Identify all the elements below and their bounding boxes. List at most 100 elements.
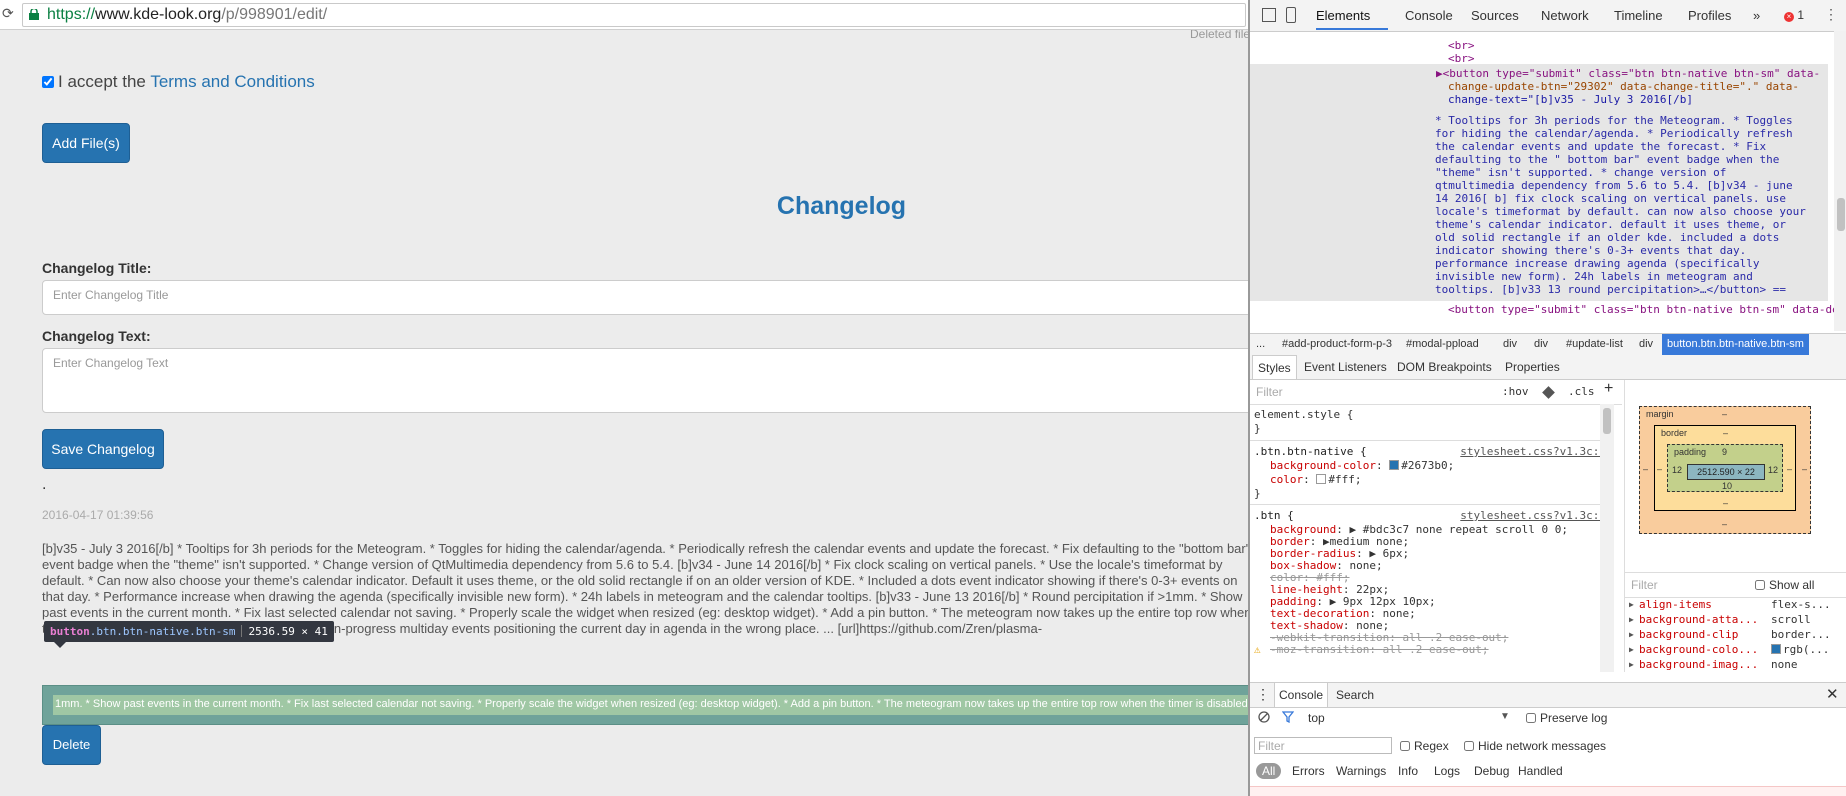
console-filter-input[interactable]: Filter: [1254, 737, 1392, 754]
error-counter[interactable]: × 1: [1784, 8, 1804, 22]
expand-icon[interactable]: ▶: [1629, 613, 1634, 627]
decl-webkit-transition[interactable]: -webkit-transition: all .2 ease-out;: [1270, 631, 1568, 644]
btn-native-selector[interactable]: .btn.btn-native {: [1254, 445, 1367, 459]
filter-icon[interactable]: [1281, 711, 1295, 726]
preserve-log-toggle[interactable]: Preserve log: [1526, 711, 1607, 725]
terms-checkbox[interactable]: [42, 76, 54, 88]
new-rule-icon[interactable]: +: [1604, 381, 1613, 397]
devtools-menu-icon[interactable]: ⋮: [1824, 6, 1838, 23]
tab-styles[interactable]: Styles: [1252, 355, 1297, 379]
decl-moz-transition[interactable]: -moz-transition: all .2 ease-out;: [1270, 643, 1568, 656]
dom-line-button-1[interactable]: ▶<button type="submit" class="btn btn-na…: [1436, 67, 1820, 80]
level-debug[interactable]: Debug: [1474, 764, 1509, 778]
tab-elements[interactable]: Elements: [1316, 8, 1370, 23]
hov-toggle[interactable]: :hov: [1502, 385, 1529, 399]
decl-text-shadow[interactable]: text-shadow: none;: [1270, 619, 1568, 632]
dom-line-delete-button[interactable]: <button type="submit" class="btn btn-nat…: [1448, 303, 1846, 316]
terms-link[interactable]: Terms and Conditions: [150, 72, 314, 91]
hide-network-checkbox[interactable]: [1464, 741, 1474, 751]
regex-toggle[interactable]: Regex: [1400, 739, 1449, 753]
decl-line-height[interactable]: line-height: 22px;: [1270, 583, 1568, 596]
context-select[interactable]: top: [1308, 711, 1325, 725]
breadcrumb-div-2[interactable]: div: [1534, 338, 1548, 350]
show-all-toggle[interactable]: Show all: [1755, 578, 1814, 592]
level-handled[interactable]: Handled: [1518, 764, 1563, 778]
styles-filter-input[interactable]: Filter: [1256, 385, 1283, 399]
breadcrumb-div-1[interactable]: div: [1503, 338, 1517, 350]
tab-event-listeners[interactable]: Event Listeners: [1304, 360, 1387, 374]
btn-selector[interactable]: .btn {: [1254, 509, 1294, 523]
btn-source-link[interactable]: stylesheet.css?v1.3c:1: [1460, 509, 1606, 523]
color-swatch-icon[interactable]: [1771, 644, 1781, 654]
expand-icon[interactable]: ▶: [1629, 598, 1634, 612]
breadcrumb-selected-button[interactable]: button.btn.btn-native.btn-sm: [1662, 334, 1809, 355]
elements-scroll-thumb[interactable]: [1837, 198, 1845, 231]
breadcrumb-div-3[interactable]: div: [1639, 338, 1653, 350]
tab-dom-breakpoints[interactable]: DOM Breakpoints: [1397, 360, 1492, 374]
tab-console[interactable]: Console: [1405, 8, 1453, 23]
terms-row[interactable]: I accept the Terms and Conditions: [42, 72, 315, 92]
decl-color-overridden[interactable]: color: #fff;: [1270, 571, 1568, 584]
delete-button[interactable]: Delete: [42, 725, 101, 765]
expand-icon[interactable]: ▶: [1629, 628, 1634, 642]
decl-background[interactable]: background: ▶ #bdc3c7 none repeat scroll…: [1270, 523, 1568, 536]
computed-item[interactable]: ▶ align-items flex-s...: [1625, 598, 1835, 613]
btn-native-color-decl[interactable]: color: #fff;: [1270, 473, 1362, 487]
elements-tree[interactable]: <br> <br> ▶<button type="submit" class="…: [1250, 31, 1846, 331]
elements-scrollbar[interactable]: [1834, 31, 1846, 331]
level-warnings[interactable]: Warnings: [1336, 764, 1386, 778]
close-drawer-icon[interactable]: ✕: [1826, 685, 1839, 703]
decl-padding[interactable]: padding: ▶ 9px 12px 10px;: [1270, 595, 1568, 608]
dom-line-br-2[interactable]: <br>: [1448, 52, 1475, 65]
hide-network-toggle[interactable]: Hide network messages: [1464, 739, 1606, 753]
highlighted-change-button[interactable]: 1mm. * Show past events in the current m…: [42, 685, 1248, 725]
decl-text-decoration[interactable]: text-decoration: none;: [1270, 607, 1568, 620]
regex-checkbox[interactable]: [1400, 741, 1410, 751]
styles-scrollbar[interactable]: [1600, 404, 1614, 672]
more-tabs-icon[interactable]: »: [1753, 8, 1760, 23]
decl-border[interactable]: border: ▶medium none;: [1270, 535, 1568, 548]
btn-native-source-link[interactable]: stylesheet.css?v1.3c:1: [1460, 445, 1606, 459]
level-info[interactable]: Info: [1398, 764, 1418, 778]
reload-icon[interactable]: ⟳: [2, 5, 14, 22]
computed-item[interactable]: ▶ background-atta... scroll: [1625, 613, 1835, 628]
show-all-checkbox[interactable]: [1755, 580, 1765, 590]
save-changelog-button[interactable]: Save Changelog: [42, 429, 164, 469]
breadcrumb-update-list[interactable]: #update-list: [1566, 338, 1623, 350]
tab-sources[interactable]: Sources: [1471, 8, 1519, 23]
inspect-element-icon[interactable]: [1262, 8, 1276, 22]
cls-toggle[interactable]: .cls: [1568, 385, 1595, 399]
drawer-menu-icon[interactable]: ⋮: [1256, 686, 1270, 703]
level-logs[interactable]: Logs: [1434, 764, 1460, 778]
computed-item[interactable]: ▶ background-colo... rgb(...: [1625, 643, 1835, 658]
level-all[interactable]: All: [1256, 763, 1282, 779]
clear-console-icon[interactable]: [1258, 711, 1270, 726]
tab-timeline[interactable]: Timeline: [1614, 8, 1663, 23]
color-swatch-icon[interactable]: [1316, 474, 1327, 484]
computed-filter-input[interactable]: Filter: [1631, 578, 1658, 592]
level-errors[interactable]: Errors: [1292, 764, 1325, 778]
drawer-tab-console[interactable]: Console: [1274, 683, 1329, 707]
element-style-selector[interactable]: element.style {: [1254, 408, 1353, 422]
tab-network[interactable]: Network: [1541, 8, 1589, 23]
decl-box-shadow[interactable]: box-shadow: none;: [1270, 559, 1568, 572]
computed-item[interactable]: ▶ background-imag... none: [1625, 658, 1835, 673]
color-swatch-icon[interactable]: [1389, 460, 1400, 470]
preserve-log-checkbox[interactable]: [1526, 713, 1536, 723]
computed-item[interactable]: ▶ background-clip border...: [1625, 628, 1835, 643]
expand-icon[interactable]: ▶: [1629, 643, 1634, 657]
add-files-button[interactable]: Add File(s): [42, 123, 130, 163]
drawer-tab-search[interactable]: Search: [1336, 688, 1374, 702]
dom-line-br-1[interactable]: <br>: [1448, 39, 1475, 52]
device-toolbar-icon[interactable]: [1286, 7, 1296, 23]
decl-border-radius[interactable]: border-radius: ▶ 6px;: [1270, 547, 1568, 560]
breadcrumb-more[interactable]: ...: [1256, 338, 1265, 350]
tab-properties[interactable]: Properties: [1505, 360, 1560, 374]
breadcrumb-add-product-form[interactable]: #add-product-form-p-3: [1282, 338, 1392, 350]
context-dropdown-icon[interactable]: ▼: [1500, 711, 1510, 722]
styles-scroll-thumb[interactable]: [1603, 408, 1611, 434]
changelog-title-input[interactable]: Enter Changelog Title: [42, 280, 1248, 315]
btn-native-bg-decl[interactable]: background-color: #2673b0;: [1270, 459, 1454, 473]
expand-icon[interactable]: ▶: [1629, 658, 1634, 672]
url-box[interactable]: https://www.kde-look.org/p/998901/edit/: [22, 3, 1246, 27]
